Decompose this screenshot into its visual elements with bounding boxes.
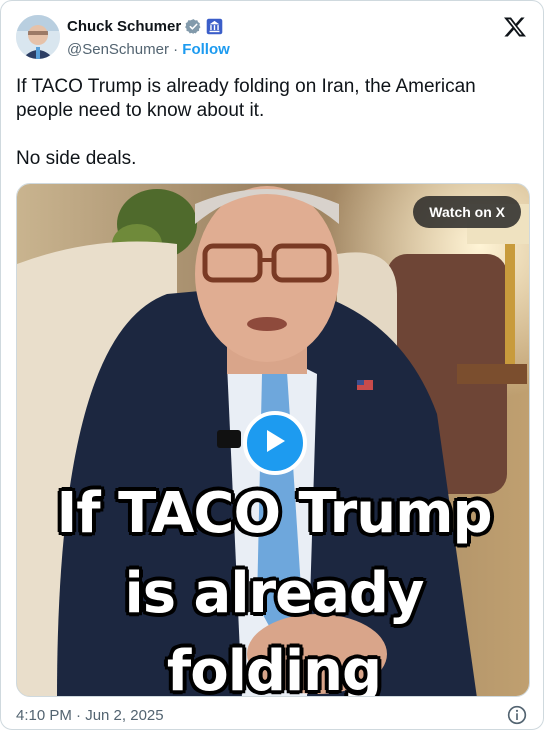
- government-affiliation-icon[interactable]: [206, 18, 223, 35]
- tweet-paragraph: No side deals.: [16, 148, 137, 169]
- x-logo-icon[interactable]: [503, 15, 527, 39]
- author-handle[interactable]: @SenSchumer: [67, 41, 169, 58]
- tweet-card: Chuck Schumer @SenSchumer · Follow If TA…: [0, 0, 544, 730]
- timestamp[interactable]: 4:10 PM · Jun 2, 2025: [16, 707, 164, 724]
- video-caption-line: is already: [124, 561, 425, 626]
- watch-on-x-button[interactable]: Watch on X: [413, 196, 521, 228]
- avatar[interactable]: [16, 15, 60, 59]
- tweet-text: If TACO Trump is already folding on Iran…: [16, 75, 526, 171]
- verified-badge-icon: [185, 18, 202, 35]
- info-icon[interactable]: [507, 705, 527, 725]
- separator: ·: [168, 41, 183, 58]
- video-media[interactable]: Watch on X If TACO Trump is already fold…: [16, 183, 530, 697]
- video-caption-line: folding: [166, 639, 382, 697]
- follow-button[interactable]: Follow: [182, 41, 230, 58]
- play-icon: [263, 428, 287, 459]
- video-caption-line: If TACO Trump: [56, 481, 492, 546]
- tweet-paragraph: If TACO Trump is already folding on Iran…: [16, 76, 476, 121]
- handle-row: @SenSchumer · Follow: [67, 41, 230, 58]
- author-name[interactable]: Chuck Schumer: [67, 18, 181, 35]
- play-button[interactable]: [243, 411, 307, 475]
